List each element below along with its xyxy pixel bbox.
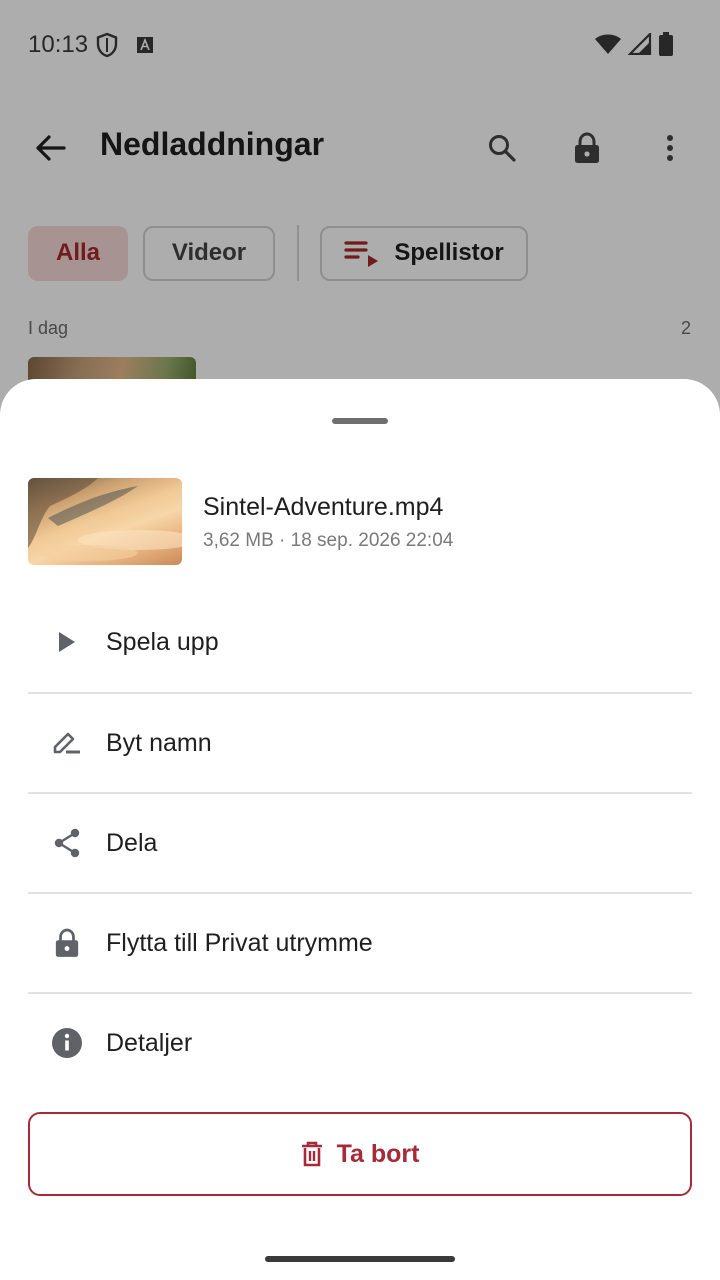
action-menu: Spela upp Byt namn Dela Flytta till Priv… — [28, 592, 692, 1092]
menu-item-label: Flytta till Privat utrymme — [106, 928, 373, 957]
menu-item-label: Detaljer — [106, 1028, 193, 1057]
play-icon — [47, 622, 87, 662]
menu-item-label: Dela — [106, 828, 158, 857]
info-icon — [47, 1023, 87, 1063]
lock-icon — [47, 923, 87, 963]
file-thumbnail — [28, 478, 182, 565]
drag-handle[interactable] — [332, 418, 388, 424]
file-name: Sintel-Adventure.mp4 — [203, 493, 444, 521]
menu-item-play[interactable]: Spela upp — [28, 592, 692, 692]
menu-item-share[interactable]: Dela — [28, 792, 692, 892]
bottom-sheet: Sintel-Adventure.mp4 3,62 MB · 18 sep. 2… — [0, 379, 720, 1280]
trash-icon — [301, 1141, 322, 1167]
gesture-nav-handle[interactable] — [265, 1256, 455, 1262]
share-icon — [47, 823, 87, 863]
menu-item-move-private[interactable]: Flytta till Privat utrymme — [28, 892, 692, 992]
file-meta: 3,62 MB · 18 sep. 2026 22:04 — [203, 530, 454, 551]
delete-label: Ta bort — [336, 1139, 420, 1168]
file-header: Sintel-Adventure.mp4 3,62 MB · 18 sep. 2… — [28, 478, 692, 566]
menu-item-details[interactable]: Detaljer — [28, 992, 692, 1092]
menu-item-rename[interactable]: Byt namn — [28, 692, 692, 792]
menu-item-label: Spela upp — [106, 627, 219, 656]
rename-pen-icon — [47, 723, 87, 763]
menu-item-label: Byt namn — [106, 728, 212, 757]
delete-button[interactable]: Ta bort — [28, 1112, 692, 1196]
